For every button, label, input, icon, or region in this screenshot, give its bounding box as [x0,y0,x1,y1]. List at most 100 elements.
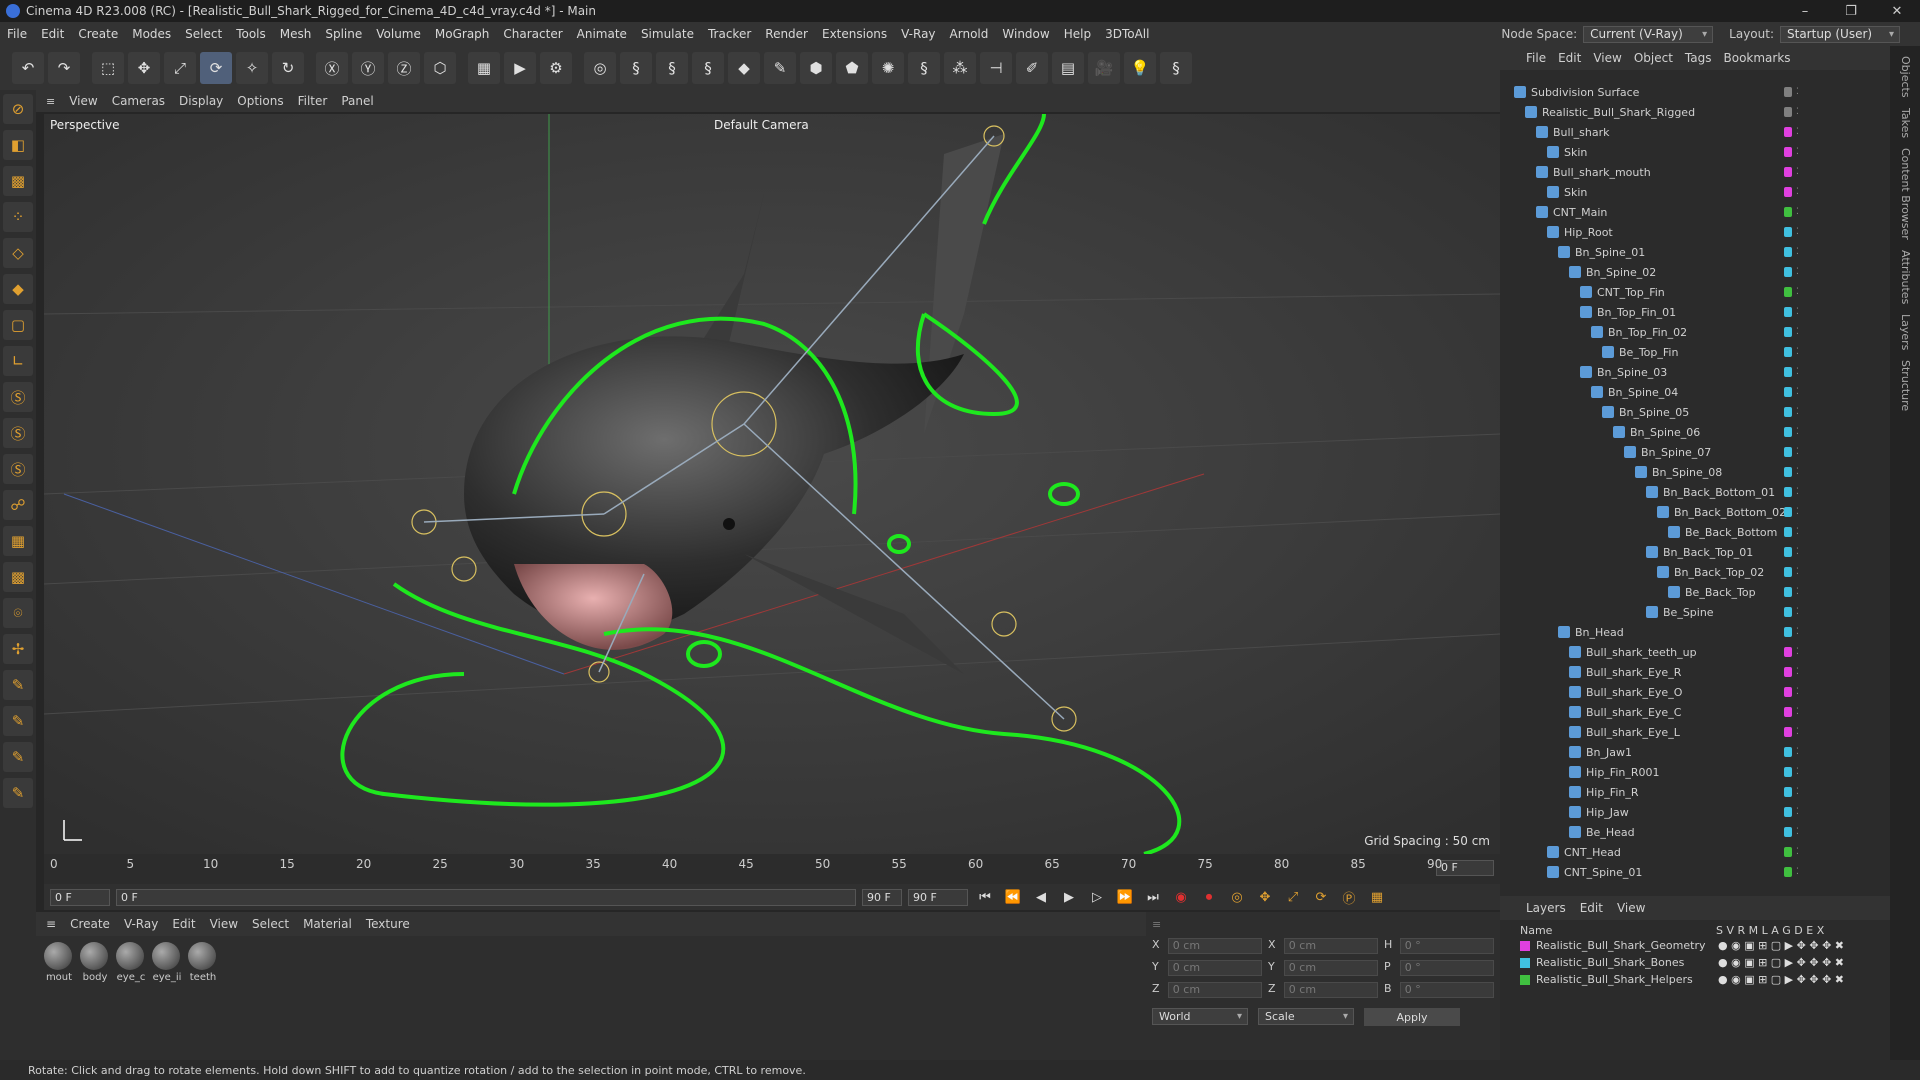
menu-item-character[interactable]: Character [496,27,569,41]
object-menu-object[interactable]: Object [1634,51,1673,65]
python-icon-3[interactable]: § [692,52,724,84]
camera-icon[interactable]: 🎥 [1088,52,1120,84]
viewport-menu-view[interactable]: View [69,94,97,108]
layout-dropdown[interactable]: Startup (User) [1780,25,1900,43]
object-row[interactable]: CNT_Top_Fin ⁚ [1500,282,1890,302]
visibility-dots-icon[interactable]: ⁚ [1796,287,1799,297]
viewport-menu-filter[interactable]: Filter [298,94,328,108]
visibility-dots-icon[interactable]: ⁚ [1796,167,1799,177]
extrude-icon[interactable]: ⬟ [836,52,868,84]
subdivision-icon[interactable]: ⬢ [800,52,832,84]
visibility-dots-icon[interactable]: ⁚ [1796,867,1799,877]
previous-key-icon[interactable]: ⏪ [1002,887,1024,907]
start-frame-field[interactable]: 0 F [50,888,110,906]
camera-label[interactable]: Default Camera [714,118,809,132]
menu-item-extensions[interactable]: Extensions [815,27,894,41]
menu-item-help[interactable]: Help [1057,27,1098,41]
visibility-dots-icon[interactable]: ⁚ [1796,87,1799,97]
visibility-dots-icon[interactable]: ⁚ [1796,187,1799,197]
coord-value-field[interactable]: 0 ° [1399,960,1494,976]
undo-icon[interactable]: ↶ [12,52,44,84]
layer-flags-icon[interactable]: ● ◉ ▣ ⊞ ▢ ▶ ✥ ✥ ✥ ✖ [1718,973,1844,986]
snap-icon[interactable]: Ⓢ [3,382,33,412]
python-icon-5[interactable]: § [1160,52,1192,84]
scale-icon[interactable]: ⤢ [164,52,196,84]
object-row[interactable]: Bull_shark ⁚ [1500,122,1890,142]
object-row[interactable]: Bull_shark_Eye_R ⁚ [1500,662,1890,682]
layer-row[interactable]: Realistic_Bull_Shark_Geometry ● ◉ ▣ ⊞ ▢ ▶… [1500,937,1890,954]
light-icon[interactable]: 💡 [1124,52,1156,84]
layer-flags-icon[interactable]: ● ◉ ▣ ⊞ ▢ ▶ ✥ ✥ ✥ ✖ [1718,956,1844,969]
mograph-icon[interactable]: ✺ [872,52,904,84]
object-row[interactable]: Bn_Spine_04 ⁚ [1500,382,1890,402]
record-icon[interactable]: ◉ [1170,887,1192,907]
recent-tool-icon[interactable]: ↻ [272,52,304,84]
material-menu-material[interactable]: Material [303,917,352,931]
visibility-dots-icon[interactable]: ⁚ [1796,847,1799,857]
python-icon-4[interactable]: § [908,52,940,84]
render-settings-icon[interactable]: ⚙ [540,52,572,84]
object-row[interactable]: Be_Head ⁚ [1500,822,1890,842]
hamburger-icon[interactable]: ≡ [46,95,55,108]
weight-icon[interactable]: ✎ [3,778,33,808]
viewport-menu-cameras[interactable]: Cameras [112,94,165,108]
object-row[interactable]: Bn_Top_Fin_02 ⁚ [1500,322,1890,342]
go-to-end-icon[interactable]: ⏭ [1142,887,1164,907]
minimize-icon[interactable]: – [1782,0,1828,22]
menu-item-spline[interactable]: Spline [318,27,369,41]
object-row[interactable]: Bn_Back_Bottom_01 ⁚ [1500,482,1890,502]
object-row[interactable]: Bull_shark_mouth ⁚ [1500,162,1890,182]
object-row[interactable]: Bull_shark_Eye_L ⁚ [1500,722,1890,742]
quantize-icon[interactable]: Ⓢ [3,454,33,484]
vray-icon[interactable]: ◎ [584,52,616,84]
viewport-menu-panel[interactable]: Panel [341,94,373,108]
polygons-mode-icon[interactable]: ◆ [3,274,33,304]
object-row[interactable]: Bn_Spine_05 ⁚ [1500,402,1890,422]
texture-mode-icon[interactable]: ▩ [3,166,33,196]
menu-item-mograph[interactable]: MoGraph [428,27,497,41]
coord-value-field[interactable]: 0 cm [1167,938,1262,954]
end-frame-field-a[interactable]: 90 F [862,888,902,906]
coord-value-field[interactable]: 0 cm [1283,938,1378,954]
visibility-dots-icon[interactable]: ⁚ [1796,447,1799,457]
snap-settings-icon[interactable]: Ⓢ [3,418,33,448]
visibility-dots-icon[interactable]: ⁚ [1796,527,1799,537]
visibility-dots-icon[interactable]: ⁚ [1796,567,1799,577]
coord-value-field[interactable]: 0 cm [1167,960,1262,976]
side-tab-takes[interactable]: Takes [1898,108,1912,138]
menu-item-v-ray[interactable]: V-Ray [894,27,942,41]
visibility-dots-icon[interactable]: ⁚ [1796,827,1799,837]
viewport-menu-options[interactable]: Options [237,94,283,108]
visibility-dots-icon[interactable]: ⁚ [1796,247,1799,257]
sculpt-icon[interactable]: ✎ [3,706,33,736]
side-tab-objects[interactable]: Objects [1898,56,1912,98]
object-menu-file[interactable]: File [1526,51,1546,65]
object-row[interactable]: Bn_Spine_02 ⁚ [1500,262,1890,282]
close-icon[interactable]: ✕ [1874,0,1920,22]
end-frame-field-b[interactable]: 90 F [908,888,968,906]
python-icon-1[interactable]: § [620,52,652,84]
object-row[interactable]: Hip_Fin_R001 ⁚ [1500,762,1890,782]
visibility-dots-icon[interactable]: ⁚ [1796,787,1799,797]
key-position-icon[interactable]: ✥ [1254,887,1276,907]
current-frame-slider[interactable]: 0 F [116,888,856,906]
material-menu-view[interactable]: View [210,917,238,931]
visibility-dots-icon[interactable]: ⁚ [1796,667,1799,677]
object-menu-edit[interactable]: Edit [1558,51,1581,65]
visibility-dots-icon[interactable]: ⁚ [1796,807,1799,817]
visibility-dots-icon[interactable]: ⁚ [1796,107,1799,117]
visibility-dots-icon[interactable]: ⁚ [1796,607,1799,617]
visibility-dots-icon[interactable]: ⁚ [1796,727,1799,737]
transform-icon[interactable]: ✧ [236,52,268,84]
key-rotation-icon[interactable]: ⟳ [1310,887,1332,907]
menu-item-arnold[interactable]: Arnold [943,27,996,41]
visibility-dots-icon[interactable]: ⁚ [1796,507,1799,517]
points-mode-icon[interactable]: ⁘ [3,202,33,232]
lock-workplane-icon[interactable]: ⌾ [3,598,33,628]
y-axis-icon[interactable]: Ⓨ [352,52,384,84]
bend-icon[interactable]: ⊣ [980,52,1012,84]
object-row[interactable]: Hip_Fin_R ⁚ [1500,782,1890,802]
visibility-dots-icon[interactable]: ⁚ [1796,467,1799,477]
viewport-menu-display[interactable]: Display [179,94,223,108]
layer-menu-layers[interactable]: Layers [1526,901,1566,915]
